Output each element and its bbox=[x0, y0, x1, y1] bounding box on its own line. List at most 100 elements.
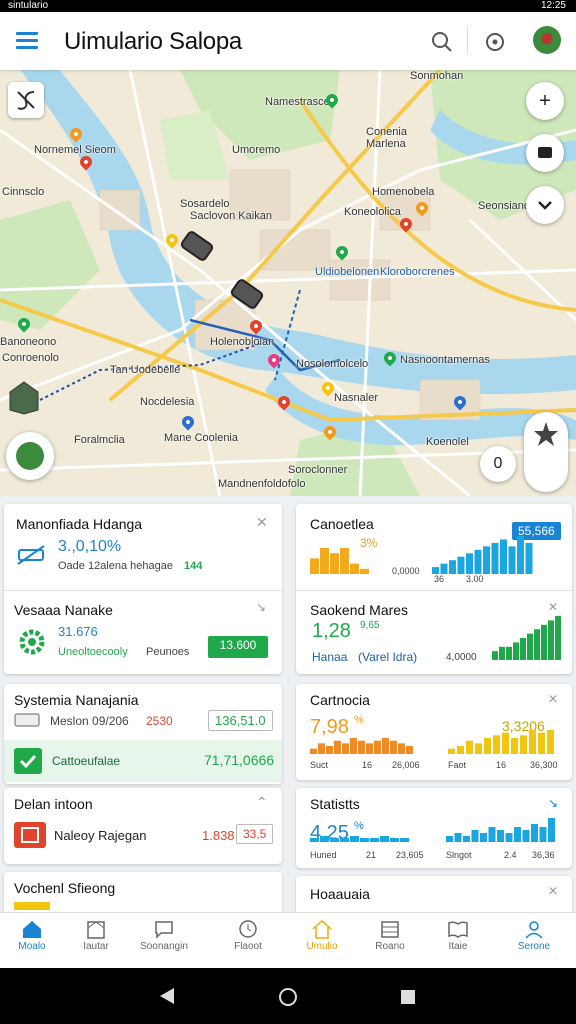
divider bbox=[4, 590, 282, 591]
chart-bar bbox=[520, 735, 527, 754]
card-sub: Naleoy Rajegan bbox=[54, 828, 147, 843]
vehicle-icon bbox=[17, 545, 45, 565]
nav-item-iautar[interactable]: Iautar bbox=[64, 913, 128, 969]
card-value: 31.676 bbox=[58, 624, 98, 639]
close-icon[interactable]: ✕ bbox=[548, 692, 558, 706]
home-outline-icon bbox=[312, 919, 332, 939]
axis-label: 36,36 bbox=[532, 850, 555, 860]
plus-icon[interactable]: + bbox=[526, 82, 564, 120]
nav-item-flaoot[interactable]: Flaoot bbox=[216, 913, 280, 969]
chart-bar bbox=[400, 838, 409, 842]
axis-label: Huned bbox=[310, 850, 337, 860]
axis-label: (Varel Idra) bbox=[358, 650, 418, 664]
map-label: Nasnaler bbox=[334, 392, 379, 404]
map-thumbnail-button[interactable] bbox=[6, 432, 54, 480]
chart-bar bbox=[484, 738, 491, 754]
chat-icon[interactable] bbox=[526, 134, 564, 172]
chart-bar bbox=[457, 746, 464, 754]
card-title: Systemia Nanajania bbox=[14, 692, 139, 708]
chart-bar bbox=[310, 748, 317, 754]
chart-bar bbox=[440, 563, 448, 574]
axis-label: 23,605 bbox=[396, 850, 424, 860]
chart-bar bbox=[330, 553, 339, 574]
map-control-pill[interactable] bbox=[524, 412, 568, 492]
search-icon[interactable] bbox=[430, 30, 454, 54]
chevron-down-icon[interactable] bbox=[526, 186, 564, 224]
chart-bar bbox=[398, 743, 405, 754]
chart-bar bbox=[466, 553, 473, 574]
layers-icon[interactable] bbox=[8, 82, 44, 118]
map-view[interactable]: Sonmohan Namestrasce Nornemel Sieom Cone… bbox=[0, 70, 576, 496]
nav-label: Itaie bbox=[448, 941, 468, 952]
chevron-up-icon[interactable]: ⌃ bbox=[256, 794, 268, 811]
home-icon bbox=[23, 921, 41, 938]
chart-bar bbox=[350, 563, 359, 574]
chart-bar bbox=[522, 830, 530, 842]
map-label: Sonmohan bbox=[410, 70, 464, 82]
chart-bar bbox=[466, 740, 473, 754]
bar-chart bbox=[310, 818, 555, 842]
chart-bar bbox=[463, 836, 470, 842]
nav-item-soonangin[interactable]: Soonangin bbox=[132, 913, 196, 969]
map-label: Banoneono bbox=[0, 336, 57, 348]
card-value: 3.,0,10% bbox=[58, 538, 122, 555]
axis-label: 36 bbox=[434, 574, 445, 584]
axis-label: 21 bbox=[366, 850, 377, 860]
chart-bar bbox=[390, 838, 399, 842]
map-label: Nornemel Sieom bbox=[34, 144, 116, 156]
card-hoaauaia[interactable]: Hoaauaia ✕ bbox=[296, 876, 572, 912]
clock-icon bbox=[239, 920, 257, 938]
close-icon[interactable]: ✕ bbox=[256, 514, 268, 531]
building-icon[interactable] bbox=[8, 380, 40, 416]
chart-bar bbox=[492, 651, 498, 660]
nav-item-roano[interactable]: Roano bbox=[358, 913, 422, 969]
compass-button[interactable]: 0 bbox=[480, 446, 516, 482]
card-icon bbox=[14, 713, 40, 727]
card-systemia[interactable]: Systemia Nanajania Meslon 09/206 2530 13… bbox=[4, 684, 282, 784]
chart-bar bbox=[320, 836, 329, 842]
map-label: Soroclonner bbox=[288, 464, 348, 476]
card-cartnocia[interactable]: Cartnocia ✕ 7,98 % 3,3206 Suct 16 26,006… bbox=[296, 684, 572, 780]
nav-item-umulio[interactable]: Umulio bbox=[290, 913, 354, 969]
map-label: Nosolomolcelo bbox=[296, 358, 369, 370]
chart-bar bbox=[502, 732, 509, 754]
expand-icon[interactable]: ↘ bbox=[548, 796, 558, 810]
chart-bar bbox=[350, 738, 357, 754]
hamburger-icon[interactable] bbox=[16, 32, 38, 49]
back-icon[interactable] bbox=[158, 986, 176, 1006]
chart-bar bbox=[497, 830, 504, 842]
home-button-icon[interactable] bbox=[278, 987, 298, 1007]
map-label: Sosardelo bbox=[180, 198, 230, 210]
nav-item-itaie[interactable]: Itaie bbox=[426, 913, 490, 969]
card-value: 71,71,0666 bbox=[204, 752, 275, 768]
close-icon[interactable]: ✕ bbox=[548, 600, 558, 614]
locate-icon[interactable] bbox=[483, 30, 507, 54]
value-badge: 33,5 bbox=[236, 824, 274, 844]
book-icon bbox=[448, 921, 468, 938]
chart-bar bbox=[505, 833, 513, 842]
nav-item-home[interactable]: Moalo bbox=[0, 913, 64, 969]
chart-bar bbox=[390, 740, 397, 754]
map-label: Tan Uodebelie bbox=[110, 364, 181, 376]
card-vochenl[interactable]: Vochenl Sfieong bbox=[4, 872, 282, 912]
card-delan[interactable]: Delan intoon ⌃ Naleoy Rajegan 1.838 33,5 bbox=[4, 788, 282, 864]
list-icon bbox=[381, 921, 399, 938]
avatar-icon[interactable] bbox=[533, 26, 561, 54]
chart-bar bbox=[491, 542, 499, 574]
map-label: Uldiobelonen bbox=[315, 266, 380, 278]
highlight-row[interactable]: Cattoeufalae 71,71,0666 bbox=[4, 740, 282, 782]
close-icon[interactable]: ✕ bbox=[548, 884, 558, 898]
recents-icon[interactable] bbox=[400, 989, 416, 1005]
map-label: Mandnenfoldofolo bbox=[218, 478, 306, 490]
card-canoetlea[interactable]: Canoetlea 55,566 3% 0,0000 36 3.00 Saoke… bbox=[296, 504, 572, 674]
card-manonfiada[interactable]: Manonfiada Hdanga ✕ 3.,0,10% Oade 12alen… bbox=[4, 504, 282, 674]
card-statistts[interactable]: Statistts ↘ 4,25 % Huned 21 23,605 Slngo… bbox=[296, 788, 572, 868]
nav-item-serone[interactable]: Serone bbox=[502, 913, 566, 969]
chart-bar bbox=[310, 838, 319, 842]
chart-bar bbox=[520, 638, 526, 660]
expand-icon[interactable]: ↘ bbox=[256, 600, 266, 614]
chart-bar bbox=[318, 743, 325, 754]
status-bar: sintulario 12:25 bbox=[0, 0, 576, 12]
chart-bar bbox=[508, 546, 516, 574]
star-icon[interactable] bbox=[524, 412, 568, 492]
